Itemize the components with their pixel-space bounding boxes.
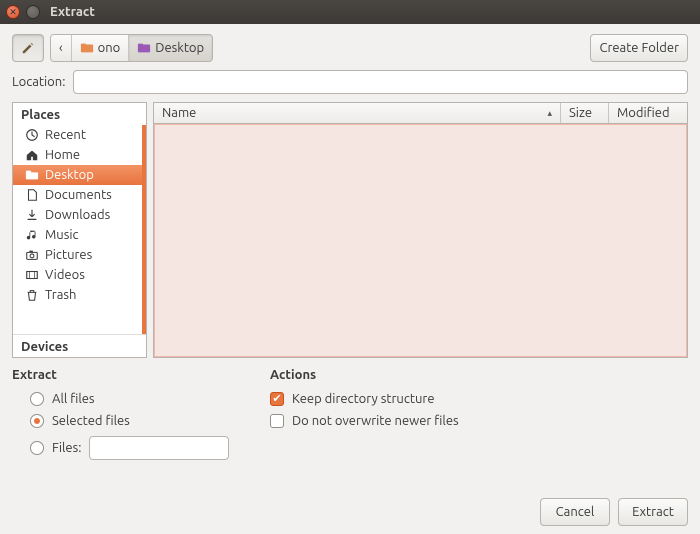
window-title: Extract xyxy=(50,5,95,19)
column-modified[interactable]: Modified xyxy=(609,103,687,123)
sidebar-item-label: Downloads xyxy=(45,208,110,222)
sidebar-item-label: Recent xyxy=(45,128,86,142)
folder-user-icon xyxy=(80,41,94,55)
folder-icon xyxy=(25,168,39,182)
cancel-button[interactable]: Cancel xyxy=(540,498,610,526)
video-icon xyxy=(25,268,39,282)
breadcrumb-back[interactable]: ‹ xyxy=(51,35,72,61)
radio-files-pattern[interactable]: Files: xyxy=(12,432,252,464)
check-no-overwrite[interactable]: Do not overwrite newer files xyxy=(270,410,688,432)
minimize-icon[interactable] xyxy=(26,5,40,19)
breadcrumb-seg-desktop[interactable]: Desktop xyxy=(129,35,212,61)
sidebar-item-label: Home xyxy=(45,148,80,162)
sidebar-item-home[interactable]: Home xyxy=(13,145,146,165)
radio-selected-files[interactable]: Selected files xyxy=(12,410,252,432)
sidebar-item-label: Trash xyxy=(45,288,76,302)
location-input[interactable] xyxy=(73,70,688,94)
radio-label: Selected files xyxy=(52,414,130,428)
breadcrumb-label: ono xyxy=(98,41,121,55)
music-icon xyxy=(25,228,39,242)
sidebar-item-label: Desktop xyxy=(45,168,94,182)
sort-ascending-icon: ▴ xyxy=(547,108,552,119)
options-area: Extract All files Selected files Files: … xyxy=(12,366,688,468)
breadcrumb-seg-ono[interactable]: ono xyxy=(72,35,130,61)
sidebar-item-documents[interactable]: Documents xyxy=(13,185,146,205)
desktop-folder-icon xyxy=(137,41,151,55)
column-label: Size xyxy=(569,106,592,120)
sidebar-item-label: Music xyxy=(45,228,79,242)
radio-icon xyxy=(30,392,44,406)
toolbar: ‹ ono Desktop Create Folder xyxy=(12,34,688,62)
column-label: Name xyxy=(162,106,196,120)
create-folder-button[interactable]: Create Folder xyxy=(590,34,688,62)
actions-header: Actions xyxy=(270,368,688,382)
radio-label: All files xyxy=(52,392,95,406)
checkbox-label: Do not overwrite newer files xyxy=(292,414,459,428)
button-label: Create Folder xyxy=(599,41,679,55)
column-label: Modified xyxy=(617,106,670,120)
download-icon xyxy=(25,208,39,222)
sidebar-item-downloads[interactable]: Downloads xyxy=(13,205,146,225)
sidebar-item-label: Videos xyxy=(45,268,85,282)
pencil-icon xyxy=(21,41,35,55)
edit-path-button[interactable] xyxy=(12,34,44,62)
sidebar-item-music[interactable]: Music xyxy=(13,225,146,245)
radio-label: Files: xyxy=(52,441,81,455)
sidebar-item-label: Documents xyxy=(45,188,112,202)
dialog-footer: Cancel Extract xyxy=(12,492,688,526)
check-keep-dir[interactable]: ✔ Keep directory structure xyxy=(270,388,688,410)
button-label: Extract xyxy=(632,505,674,519)
devices-header: Devices xyxy=(13,334,146,357)
column-name[interactable]: Name ▴ xyxy=(154,103,561,123)
checkbox-label: Keep directory structure xyxy=(292,392,435,406)
breadcrumb: ‹ ono Desktop xyxy=(50,34,213,62)
places-header: Places xyxy=(13,103,146,125)
extract-options: Extract All files Selected files Files: xyxy=(12,368,252,464)
extract-button[interactable]: Extract xyxy=(618,498,688,526)
sidebar-item-videos[interactable]: Videos xyxy=(13,265,146,285)
sidebar-item-label: Pictures xyxy=(45,248,92,262)
radio-icon xyxy=(30,441,44,455)
sidebar-item-recent[interactable]: Recent xyxy=(13,125,146,145)
extract-header: Extract xyxy=(12,368,252,382)
document-icon xyxy=(25,188,39,202)
places-panel: Places Recent Home Desktop Documents Downloa… xyxy=(12,102,147,358)
sidebar-item-pictures[interactable]: Pictures xyxy=(13,245,146,265)
button-label: Cancel xyxy=(556,505,595,519)
trash-icon xyxy=(25,288,39,302)
files-pattern-input[interactable] xyxy=(89,436,229,460)
places-list: Recent Home Desktop Documents Downloads Music… xyxy=(13,125,146,334)
sidebar-item-trash[interactable]: Trash xyxy=(13,285,146,305)
camera-icon xyxy=(25,248,39,262)
clock-icon xyxy=(25,128,39,142)
file-list: Name ▴ Size Modified xyxy=(153,102,688,358)
location-row: Location: xyxy=(12,70,688,94)
sidebar-item-desktop[interactable]: Desktop xyxy=(13,165,146,185)
checkbox-icon xyxy=(270,414,284,428)
file-list-header: Name ▴ Size Modified xyxy=(153,102,688,124)
places-scrollbar[interactable] xyxy=(142,125,146,334)
column-size[interactable]: Size xyxy=(561,103,609,123)
radio-icon xyxy=(30,414,44,428)
file-list-body[interactable] xyxy=(153,124,688,358)
radio-all-files[interactable]: All files xyxy=(12,388,252,410)
actions-options: Actions ✔ Keep directory structure Do no… xyxy=(270,368,688,464)
checkbox-icon: ✔ xyxy=(270,392,284,406)
home-icon xyxy=(25,148,39,162)
chevron-left-icon: ‹ xyxy=(59,41,63,55)
location-label: Location: xyxy=(12,75,65,89)
file-browser: Places Recent Home Desktop Documents Downloa… xyxy=(12,102,688,358)
window-titlebar: ✕ Extract xyxy=(0,0,700,24)
close-icon[interactable]: ✕ xyxy=(6,5,20,19)
breadcrumb-label: Desktop xyxy=(155,41,204,55)
